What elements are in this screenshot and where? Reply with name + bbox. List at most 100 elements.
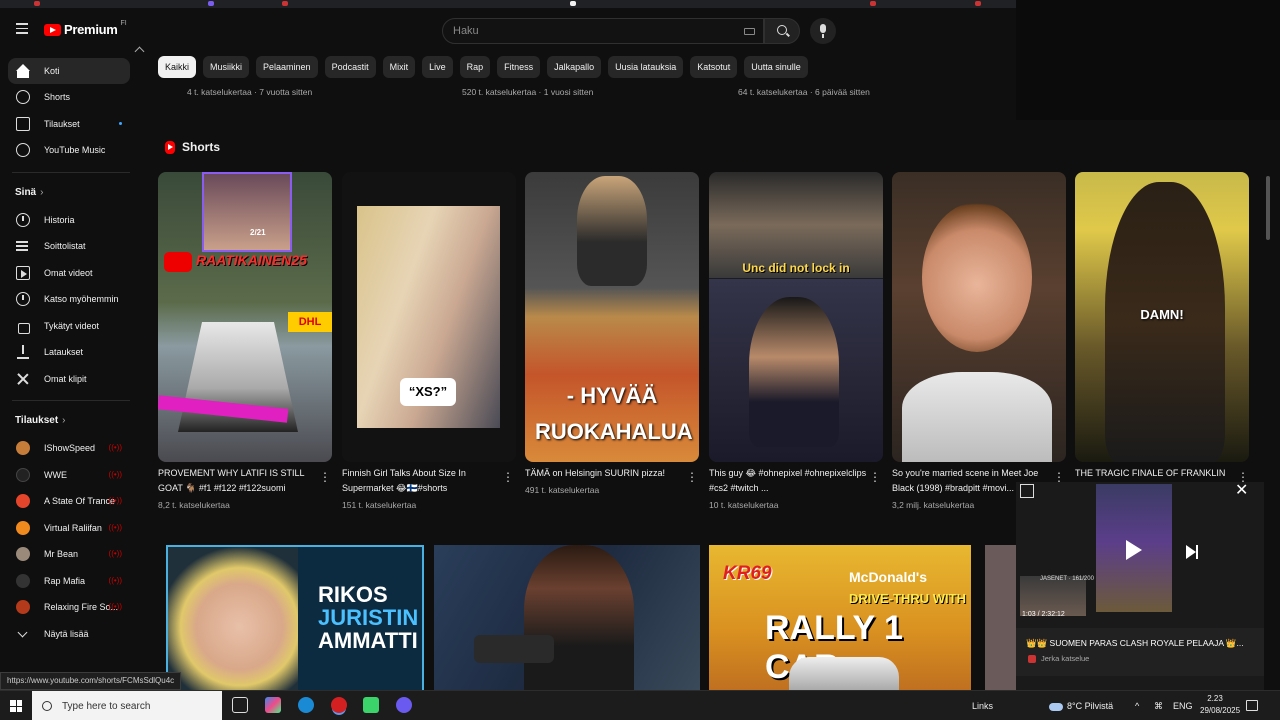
chip[interactable]: Uutta sinulle bbox=[744, 56, 808, 78]
sidebar-item-channel[interactable]: Relaxing Fire So... ((•)) bbox=[8, 594, 130, 620]
weather-widget[interactable]: 8°C Pilvistä bbox=[1049, 691, 1113, 720]
links-toolbar[interactable]: Links bbox=[972, 691, 993, 720]
short-thumbnail[interactable]: DAMN! bbox=[1075, 172, 1249, 462]
sidebar-item-label: Historia bbox=[44, 215, 75, 225]
face bbox=[168, 547, 298, 690]
section-title-subscriptions[interactable]: Tilaukset › bbox=[15, 415, 66, 426]
close-icon[interactable]: ✕ bbox=[1235, 483, 1249, 499]
sidebar-item-youtube-music[interactable]: YouTube Music bbox=[8, 137, 130, 163]
more-options-icon[interactable] bbox=[869, 470, 881, 484]
app-icon[interactable] bbox=[265, 697, 281, 713]
windows-start-icon[interactable] bbox=[10, 700, 22, 712]
sidebar-item-history[interactable]: Historia bbox=[8, 207, 130, 233]
sidebar-item-clips[interactable]: Omat klipit bbox=[8, 366, 130, 392]
tab-favicon[interactable] bbox=[570, 1, 576, 6]
next-icon[interactable] bbox=[1186, 545, 1196, 559]
sidebar-item-subscriptions[interactable]: Tilaukset bbox=[8, 111, 130, 137]
more-options-icon[interactable] bbox=[686, 470, 698, 484]
sidebar-item-channel[interactable]: Rap Mafia ((•)) bbox=[8, 568, 130, 594]
search-button[interactable] bbox=[764, 18, 800, 44]
short-thumbnail[interactable]: - HYVÄÄ RUOKAHALUA bbox=[525, 172, 699, 462]
chevron-up-icon[interactable]: ^ bbox=[1135, 691, 1139, 720]
edge-icon[interactable] bbox=[298, 697, 314, 713]
chip[interactable]: Podcastit bbox=[324, 56, 376, 78]
sidebar-item-watch-later[interactable]: Katso myöhemmin bbox=[8, 286, 130, 312]
sidebar-item-your-videos[interactable]: Omat videot bbox=[8, 260, 130, 286]
video-thumbnail[interactable] bbox=[985, 545, 1016, 690]
more-options-icon[interactable] bbox=[502, 470, 514, 484]
section-title-you[interactable]: Sinä › bbox=[15, 187, 43, 198]
short-title[interactable]: This guy 😂 #ohnepixel #ohnepixelclips #c… bbox=[709, 466, 869, 496]
task-view-icon[interactable] bbox=[232, 697, 248, 713]
opera-icon[interactable] bbox=[331, 697, 347, 713]
chip[interactable]: Mixit bbox=[382, 56, 416, 78]
video-thumbnail[interactable]: RIKOS JURISTIN AMMATTI bbox=[166, 545, 424, 690]
chip[interactable]: Fitness bbox=[497, 56, 541, 78]
more-options-icon[interactable] bbox=[319, 470, 331, 484]
language-indicator[interactable]: ENG bbox=[1173, 691, 1193, 720]
miniplayer-info[interactable]: 👑👑 SUOMEN PARAS CLASH ROYALE PELAAJA 👑..… bbox=[1016, 628, 1264, 676]
search-box[interactable] bbox=[442, 18, 764, 44]
expand-icon[interactable] bbox=[1020, 484, 1034, 498]
overlay-line: JURISTIN bbox=[318, 605, 419, 630]
short-thumbnail[interactable]: “XS?” bbox=[342, 172, 516, 462]
network-icon[interactable]: ⌘ bbox=[1154, 691, 1163, 720]
chip[interactable]: Live bbox=[422, 56, 453, 78]
miniplayer-title[interactable]: 👑👑 SUOMEN PARAS CLASH ROYALE PELAAJA 👑..… bbox=[1026, 638, 1258, 649]
short-title[interactable]: THE TRAGIC FINALE OF FRANKLIN bbox=[1075, 466, 1235, 481]
video-thumbnail[interactable] bbox=[434, 545, 700, 690]
tab-favicon[interactable] bbox=[282, 1, 288, 6]
downloads-icon bbox=[16, 345, 30, 359]
tab-favicon[interactable] bbox=[34, 1, 40, 6]
browser-tab-strip[interactable] bbox=[0, 0, 1016, 8]
scrollbar[interactable] bbox=[1266, 176, 1270, 240]
taskbar-search[interactable]: Type here to search bbox=[32, 691, 222, 720]
side-panel bbox=[1016, 0, 1280, 120]
app-icon[interactable] bbox=[396, 697, 412, 713]
chip[interactable]: Rap bbox=[459, 56, 491, 78]
sidebar-item-channel[interactable]: A State Of Trance ((•)) bbox=[8, 488, 130, 514]
chip-all[interactable]: Kaikki bbox=[158, 56, 197, 78]
sidebar-item-channel[interactable]: IShowSpeed ((•)) bbox=[8, 435, 130, 461]
sidebar-item-shorts[interactable]: Shorts bbox=[8, 84, 130, 110]
chip[interactable]: Musiikki bbox=[203, 56, 250, 78]
short-views: 10 t. katselukertaa bbox=[709, 500, 779, 510]
person bbox=[749, 297, 839, 447]
search-input[interactable] bbox=[443, 19, 763, 43]
sidebar-item-home[interactable]: Koti bbox=[8, 58, 130, 84]
menu-icon[interactable] bbox=[12, 20, 32, 40]
sidebar-item-downloads[interactable]: Lataukset bbox=[8, 339, 130, 365]
chip[interactable]: Jalkapallo bbox=[547, 56, 602, 78]
short-thumbnail[interactable]: 2/21 RAATIKAINEN25 DHL bbox=[158, 172, 332, 462]
short-title[interactable]: Finnish Girl Talks About Size In Superma… bbox=[342, 466, 502, 496]
sidebar-item-label: Katso myöhemmin bbox=[44, 294, 119, 304]
short-thumbnail[interactable]: Unc did not lock in bbox=[709, 172, 883, 462]
chip[interactable]: Uusia latauksia bbox=[608, 56, 684, 78]
chip[interactable]: Katsotut bbox=[690, 56, 738, 78]
sidebar-item-playlists[interactable]: Soittolistat bbox=[8, 233, 130, 259]
sidebar-item-liked[interactable]: Tykätyt videot bbox=[8, 313, 130, 339]
notification-icon[interactable] bbox=[1246, 700, 1258, 711]
short-thumbnail[interactable] bbox=[892, 172, 1066, 462]
youtube-premium-logo[interactable]: Premium FI bbox=[44, 20, 127, 37]
gun bbox=[474, 635, 554, 663]
sidebar-item-channel[interactable]: Mr Bean ((•)) bbox=[8, 541, 130, 567]
sidebar-item-channel[interactable]: Virtual Raliifan ((•)) bbox=[8, 515, 130, 541]
app-icon[interactable] bbox=[363, 697, 379, 713]
voice-search-button[interactable] bbox=[810, 18, 836, 44]
sidebar-item-channel[interactable]: WWE ((•)) bbox=[8, 462, 130, 488]
tab-favicon[interactable] bbox=[975, 1, 981, 6]
liked-icon bbox=[16, 319, 30, 334]
chip[interactable]: Pelaaminen bbox=[256, 56, 318, 78]
short-views: 151 t. katselukertaa bbox=[342, 500, 417, 510]
short-title[interactable]: TÄMÄ on Helsingin SUURIN pizza! bbox=[525, 466, 685, 481]
tab-favicon[interactable] bbox=[208, 1, 214, 6]
show-more-button[interactable]: Näytä lisää bbox=[8, 621, 130, 647]
video-thumbnail[interactable]: KR69 McDonald's DRIVE-THRU WITH RALLY 1 … bbox=[709, 545, 971, 690]
play-icon[interactable] bbox=[1126, 540, 1142, 560]
tab-favicon[interactable] bbox=[870, 1, 876, 6]
keyboard-icon[interactable] bbox=[744, 28, 755, 35]
avatar bbox=[16, 441, 30, 455]
clock[interactable]: 2.23 29/08/2025 bbox=[1200, 693, 1240, 717]
short-title[interactable]: PROVEMENT WHY LATIFI IS STILL GOAT 🐐 #f1… bbox=[158, 466, 318, 496]
